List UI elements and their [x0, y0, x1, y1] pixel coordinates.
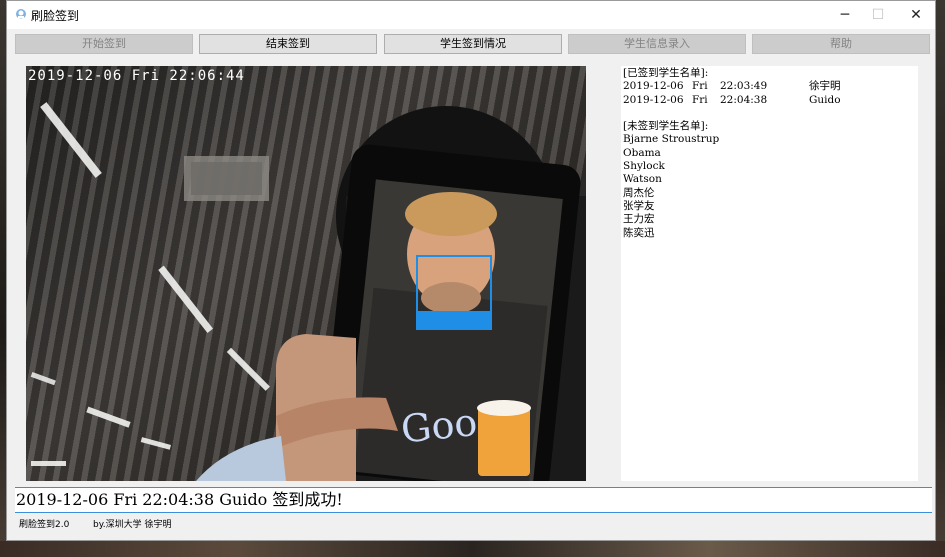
camera-feed: Goog 2019-12-06 Fri 22:06:44 [26, 66, 586, 481]
signed-row: 2019-12-06 Fri 22:03:49 徐宇明 [621, 80, 918, 93]
signed-name: Guido [809, 93, 841, 106]
unsigned-name: 王力宏 [623, 213, 655, 226]
start-checkin-button[interactable]: 开始签到 [15, 34, 193, 54]
attendance-panel[interactable]: [已签到学生名单]: 2019-12-06 Fri 22:03:49 徐宇明 2… [621, 66, 918, 481]
student-info-entry-button[interactable]: 学生信息录入 [568, 34, 746, 54]
version-label: 刷脸签到2.0 [19, 520, 70, 530]
help-button[interactable]: 帮助 [752, 34, 930, 54]
app-window: 刷脸签到 ─ ☐ ✕ 开始签到 结束签到 学生签到情况 学生信息录入 帮助 Go… [6, 0, 936, 541]
signed-date: 2019-12-06 [623, 93, 684, 106]
signed-name: 徐宇明 [809, 80, 841, 93]
title-bar[interactable]: 刷脸签到 ─ ☐ ✕ [7, 1, 935, 29]
unsigned-name: Obama [623, 146, 661, 159]
toolbar: 开始签到 结束签到 学生签到情况 学生信息录入 帮助 [7, 34, 935, 56]
unsigned-header: [未签到学生名单]: [623, 120, 709, 133]
desktop-background-right [936, 0, 945, 557]
close-button[interactable]: ✕ [897, 1, 935, 29]
video-timestamp: 2019-12-06 Fri 22:06:44 [28, 68, 245, 84]
unsigned-name: 周杰伦 [623, 186, 655, 199]
signed-header: [已签到学生名单]: [623, 67, 709, 79]
signed-time: 22:03:49 [720, 80, 768, 93]
checkin-status-button[interactable]: 学生签到情况 [384, 34, 562, 54]
unsigned-name: Bjarne Stroustrup [623, 133, 720, 146]
desktop-background-bottom [0, 541, 945, 557]
unsigned-name: 张学友 [623, 199, 655, 212]
signed-time: 22:04:38 [720, 93, 768, 106]
signed-date: 2019-12-06 [623, 80, 684, 93]
end-checkin-button[interactable]: 结束签到 [199, 34, 377, 54]
author-label: by.深圳大学 徐宇明 [93, 520, 172, 530]
signed-row: 2019-12-06 Fri 22:04:38 Guido [621, 94, 918, 107]
unsigned-name: Shylock [623, 160, 665, 173]
camera-scene: Goog [30, 102, 586, 481]
signed-day: Fri [692, 93, 708, 106]
status-message: 2019-12-06 Fri 22:04:38 Guido 签到成功! [15, 487, 932, 513]
window-title: 刷脸签到 [31, 9, 80, 23]
unsigned-name: 陈奕迅 [623, 226, 655, 239]
maximize-button[interactable]: ☐ [859, 1, 897, 29]
signed-day: Fri [692, 80, 708, 93]
app-icon [16, 9, 26, 19]
unsigned-name: Watson [623, 173, 662, 186]
